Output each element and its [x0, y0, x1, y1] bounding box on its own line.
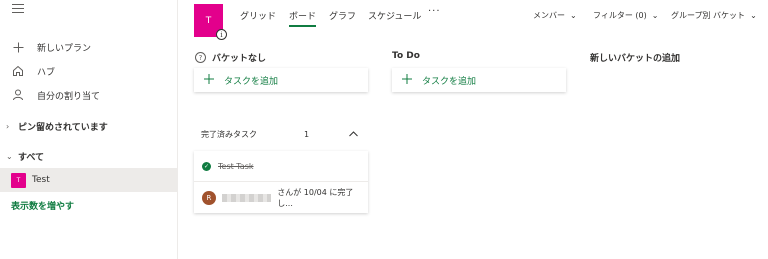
bucket-title-todo[interactable]: To Do [392, 51, 420, 61]
bucket-title-label: バケットなし [212, 54, 267, 64]
home-icon [11, 64, 25, 78]
completed-count: 1 [304, 129, 310, 139]
chevron-down-icon: ⌄ [750, 11, 757, 20]
show-more-link[interactable]: 表示数を増やす [11, 199, 74, 212]
group-by-dropdown[interactable]: グループ別 バケット ⌄ [671, 10, 757, 21]
tab-schedule[interactable]: スケジュール [368, 9, 421, 27]
completed-tasks-toggle[interactable]: 完了済みタスク 1 [201, 127, 361, 141]
plan-avatar: T [11, 172, 26, 188]
group-by-label: グループ別 バケット [671, 11, 746, 20]
sidebar-item-label: ハブ [37, 67, 56, 78]
filter-label: フィルター (0) [593, 11, 647, 20]
sidebar-item-label: 新しいプラン [37, 43, 92, 54]
chevron-down-icon: ⌄ [651, 11, 659, 20]
chevron-down-icon: ⌄ [570, 11, 577, 20]
chevron-up-icon [349, 130, 358, 139]
members-dropdown[interactable]: メンバー ⌄ [533, 10, 577, 21]
plus-icon [11, 40, 25, 54]
plus-icon [402, 73, 412, 87]
chevron-right-icon: › [6, 121, 10, 131]
sidebar-item-new-plan[interactable]: 新しいプラン [0, 36, 178, 58]
more-options-icon[interactable]: ··· [428, 6, 441, 17]
completed-by-text: さんが 10/04 に完了し... [277, 188, 354, 208]
task-card[interactable]: ✓ Test Task R さんが 10/04 に完了し... [194, 151, 368, 213]
completed-check-icon[interactable]: ✓ [202, 161, 211, 171]
hamburger-menu-icon[interactable] [12, 4, 24, 14]
add-new-bucket-label: 新しいバケットの追加 [590, 54, 681, 64]
filter-dropdown[interactable]: フィルター (0) ⌄ [593, 10, 658, 21]
tab-board[interactable]: ボード [289, 9, 317, 27]
tab-grid[interactable]: グリッド [240, 9, 276, 27]
task-card-footer: R さんが 10/04 に完了し... [194, 185, 368, 211]
add-task-button[interactable]: タスクを追加 [194, 68, 368, 92]
add-task-button[interactable]: タスクを追加 [392, 68, 566, 92]
add-new-bucket[interactable]: 新しいバケットの追加 [590, 51, 680, 64]
sidebar: 新しいプラン ハブ 自分の割り当て › ピン留めされています ⌄ すべて T T… [0, 0, 178, 259]
sidebar-item-hub[interactable]: ハブ [0, 60, 178, 82]
person-icon [11, 88, 25, 102]
plan-label: Test [32, 175, 50, 185]
add-task-label: タスクを追加 [224, 76, 279, 87]
avatar: R [202, 191, 216, 205]
plus-icon [204, 73, 214, 87]
blurred-user-name [221, 194, 272, 202]
sidebar-item-plan-test[interactable]: T Test [0, 168, 178, 192]
bucket-title-no-bucket[interactable]: ? バケットなし [195, 51, 266, 64]
pinned-section-header[interactable]: › ピン留めされています [0, 116, 178, 136]
task-card-header: ✓ Test Task [194, 151, 368, 182]
completed-label: 完了済みタスク [201, 129, 257, 139]
pinned-header-label: ピン留めされています [18, 122, 108, 133]
help-icon[interactable]: ? [195, 52, 206, 63]
bucket-title-label: To Do [392, 51, 420, 61]
add-task-label: タスクを追加 [422, 76, 477, 87]
chevron-down-icon: ⌄ [6, 151, 13, 161]
all-header-label: すべて [18, 152, 45, 163]
sidebar-item-my-tasks[interactable]: 自分の割り当て [0, 84, 178, 106]
members-label: メンバー [533, 11, 565, 20]
task-name: Test Task [218, 161, 254, 171]
sidebar-item-label: 自分の割り当て [37, 91, 101, 102]
info-icon[interactable]: i [216, 29, 227, 40]
tab-chart[interactable]: グラフ [329, 9, 356, 27]
all-section-header[interactable]: ⌄ すべて [0, 146, 178, 166]
